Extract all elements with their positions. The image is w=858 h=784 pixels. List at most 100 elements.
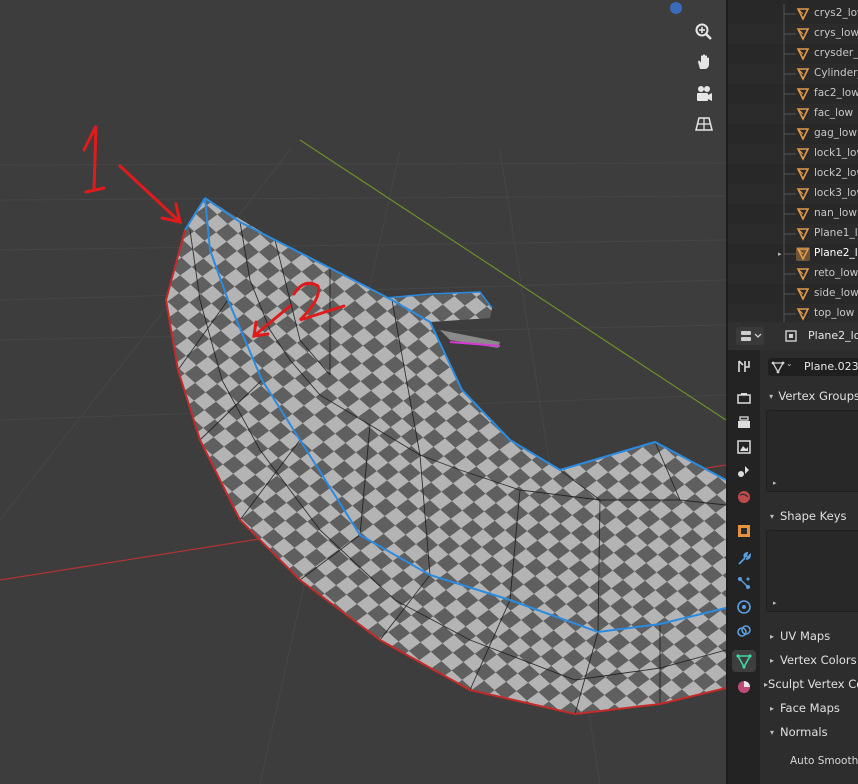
mesh-object-icon[interactable] xyxy=(796,207,810,224)
tab-tool[interactable] xyxy=(732,356,756,378)
mesh-object-icon[interactable] xyxy=(796,67,810,84)
tab-render[interactable] xyxy=(732,388,756,410)
tree-line xyxy=(776,184,796,204)
chevron-down-icon[interactable]: ▾ xyxy=(764,392,778,401)
outliner-item-label: crysder_low xyxy=(814,47,858,59)
panel-header[interactable]: ▾ Vertex Groups xyxy=(762,385,858,407)
outliner-item[interactable]: lock3_low xyxy=(728,184,858,204)
chevron-right-icon[interactable]: ▸ xyxy=(764,704,780,713)
tree-line xyxy=(776,124,796,144)
mesh-object-icon[interactable] xyxy=(796,267,810,284)
outliner-item[interactable]: ▸ Plane2_low xyxy=(728,244,858,264)
outliner-item[interactable]: reto_low xyxy=(728,264,858,284)
tab-view-layer[interactable] xyxy=(732,436,756,458)
outliner-item-label: reto_low xyxy=(814,267,858,279)
chevron-right-icon[interactable]: ▸ xyxy=(764,632,780,641)
outliner-item[interactable]: fac2_low xyxy=(728,84,858,104)
particles-icon xyxy=(738,577,750,589)
panel-header[interactable]: ▾ Shape Keys xyxy=(762,505,858,527)
outliner-item[interactable]: nan_low xyxy=(728,204,858,224)
outliner-item-label: lock2_low xyxy=(814,167,858,179)
chevron-down-icon[interactable]: ▾ xyxy=(764,512,780,521)
mesh-object-icon[interactable] xyxy=(796,167,810,184)
expand-arrow-icon[interactable]: ▸ xyxy=(778,250,782,258)
render-icon xyxy=(737,393,751,404)
mesh-object-icon[interactable] xyxy=(796,107,810,124)
outliner-item-label: Plane1_low xyxy=(814,227,858,239)
mesh-object-icon[interactable] xyxy=(796,27,810,44)
mesh-object-icon[interactable] xyxy=(796,7,810,24)
outliner-item-label: side_low xyxy=(814,287,858,299)
tree-line xyxy=(776,84,796,104)
tab-data[interactable] xyxy=(732,650,756,672)
list-expand-icon[interactable]: ▸ xyxy=(773,599,777,607)
panel-header[interactable]: ▸ Face Maps xyxy=(762,697,858,719)
outliner-item-label: lock3_low xyxy=(814,187,858,199)
panel-header[interactable]: ▸ Vertex Colors xyxy=(762,649,858,671)
mesh-object-icon[interactable] xyxy=(796,227,810,244)
outliner-item[interactable]: side_low xyxy=(728,284,858,304)
tree-line xyxy=(776,284,796,304)
object-icon xyxy=(738,525,750,537)
camera-icon xyxy=(697,86,712,101)
chevron-right-icon[interactable]: ▸ xyxy=(764,656,780,665)
camera-view-button[interactable] xyxy=(690,80,718,108)
outliner-item[interactable]: lock2_low xyxy=(728,164,858,184)
outliner-item[interactable]: crys_low xyxy=(728,24,858,44)
panel-title: UV Maps xyxy=(780,629,831,643)
outliner-item[interactable]: gag_low xyxy=(728,124,858,144)
outliner-item[interactable]: top_low xyxy=(728,304,858,322)
zoom-button[interactable] xyxy=(690,18,718,46)
properties-content: ⌄ Plane.023 ▾ Vertex Groups ▸ ▾ Shape Keys ▸ ▸… xyxy=(760,350,858,784)
panel-header[interactable]: ▾ Normals xyxy=(762,721,858,743)
mesh-object-icon[interactable] xyxy=(796,287,810,304)
panel-list-box[interactable]: ▸ xyxy=(766,530,858,612)
tree-line xyxy=(776,144,796,164)
panel-list-box[interactable]: ▸ xyxy=(766,410,858,492)
viewport-orientation-dot[interactable] xyxy=(670,2,682,14)
mesh-object-icon[interactable] xyxy=(796,307,810,322)
outliner-item-label: crys_low xyxy=(814,27,858,39)
outliner-item[interactable]: fac_low xyxy=(728,104,858,124)
tab-object[interactable] xyxy=(732,520,756,542)
tab-modifiers[interactable] xyxy=(732,548,756,570)
tab-particles[interactable] xyxy=(732,572,756,594)
mesh-object-icon[interactable] xyxy=(796,87,810,104)
panel-title: Sculpt Vertex Colors xyxy=(768,677,858,691)
outliner-panel[interactable]: crys2_low crys_low crysder_low Cylinder_low… xyxy=(726,0,858,322)
mesh-name-field[interactable]: Plane.023 xyxy=(804,360,858,373)
mesh-object-icon[interactable] xyxy=(796,127,810,144)
3d-viewport[interactable] xyxy=(0,0,726,784)
editor-type-button[interactable] xyxy=(736,327,764,345)
outliner-item[interactable]: Cylinder_low xyxy=(728,64,858,84)
outliner-item[interactable]: Plane1_low xyxy=(728,224,858,244)
mesh-object-icon[interactable] xyxy=(796,47,810,64)
outliner-item[interactable]: lock1_low xyxy=(728,144,858,164)
tab-constraints[interactable] xyxy=(732,620,756,642)
panel-title: Shape Keys xyxy=(780,509,847,523)
properties-tab-bar xyxy=(728,350,760,784)
auto-smooth-label[interactable]: Auto Smooth xyxy=(790,755,858,767)
outliner-item[interactable]: crysder_low xyxy=(728,44,858,64)
chevron-down-icon[interactable]: ▾ xyxy=(764,728,780,737)
outliner-item-label: Plane2_low xyxy=(814,247,858,259)
tab-scene[interactable] xyxy=(732,460,756,482)
panel-header[interactable]: ▸ UV Maps xyxy=(762,625,858,647)
tree-line xyxy=(776,164,796,184)
tree-line xyxy=(776,4,796,24)
mesh-object-icon[interactable] xyxy=(796,147,810,164)
outliner-item[interactable]: crys2_low xyxy=(728,4,858,24)
tab-output[interactable] xyxy=(732,412,756,434)
panel-header[interactable]: ▸Sculpt Vertex Colors xyxy=(762,673,858,695)
pan-button[interactable] xyxy=(690,48,718,76)
mesh-object-icon[interactable] xyxy=(796,187,810,204)
mesh-datablock-selector[interactable]: ⌄ Plane.023 xyxy=(768,358,858,376)
tab-physics[interactable] xyxy=(732,596,756,618)
mesh-object-icon[interactable] xyxy=(796,247,810,264)
perspective-toggle-button[interactable] xyxy=(690,110,718,138)
properties-editor[interactable]: Plane2_low ⌄ Plane.023 ▾Vertex Groups▸▾S… xyxy=(726,322,858,784)
list-expand-icon[interactable]: ▸ xyxy=(773,479,777,487)
properties-header: Plane2_low xyxy=(728,322,858,350)
tab-world[interactable] xyxy=(732,486,756,508)
tab-material[interactable] xyxy=(732,676,756,698)
